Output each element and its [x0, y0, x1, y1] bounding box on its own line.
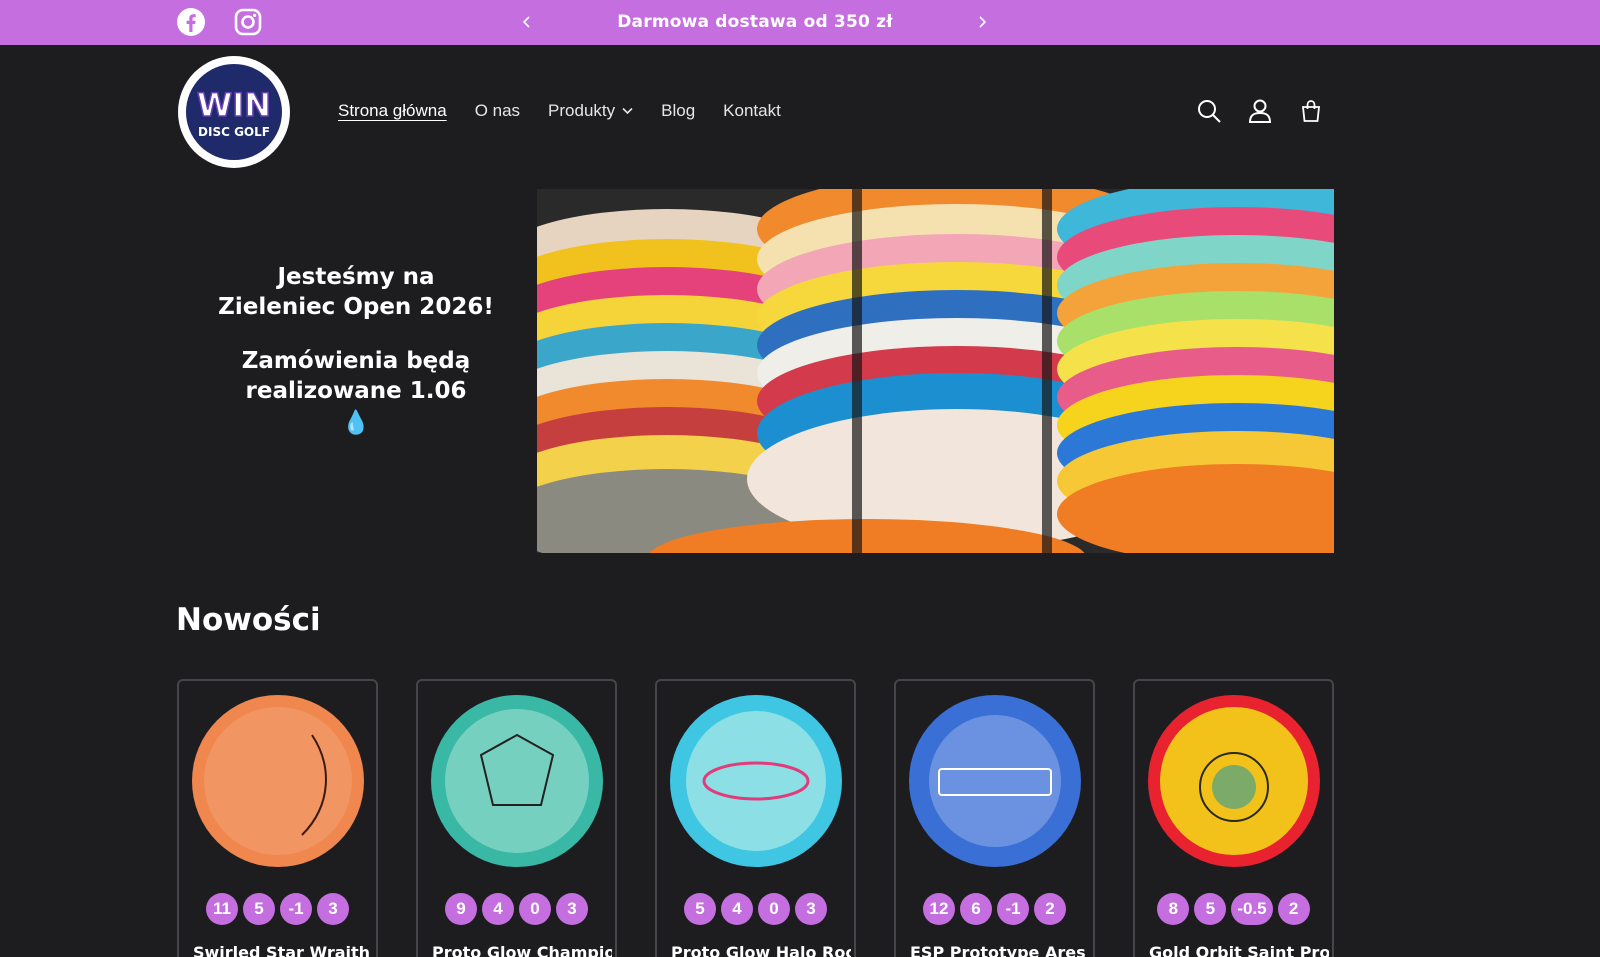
fade-badge: 3: [317, 893, 349, 925]
glide-badge: 4: [721, 893, 753, 925]
speed-badge: 9: [445, 893, 477, 925]
hero-line-2: Zamówienia będą realizowane 1.06: [241, 348, 471, 404]
glide-badge: 5: [1194, 893, 1227, 925]
product-image: [670, 695, 842, 867]
nav-item-about[interactable]: O nas: [475, 101, 520, 121]
glide-badge: 4: [482, 893, 514, 925]
nav-item-blog[interactable]: Blog: [661, 101, 695, 121]
speed-badge: 11: [206, 893, 238, 925]
nav-item-home[interactable]: Strona główna: [338, 101, 447, 121]
flight-numbers: 12 6 -1 2: [896, 893, 1093, 925]
flight-numbers: 5 4 0 3: [657, 893, 854, 925]
fade-badge: 2: [1277, 893, 1310, 925]
glide-badge: 5: [243, 893, 275, 925]
previous-announcement-button[interactable]: [516, 11, 538, 33]
product-name[interactable]: ESP Prototype Ares: [910, 943, 1090, 957]
product-card[interactable]: 11 5 -1 3 Swirled Star Wraith: [177, 679, 378, 957]
account-icon[interactable]: [1246, 97, 1274, 125]
product-name[interactable]: Gold Orbit Saint Pro: [1149, 943, 1329, 957]
droplet-emoji: 💧: [341, 410, 371, 436]
speed-badge: 8: [1157, 893, 1190, 925]
logo-wordmark: WIN: [197, 86, 271, 124]
chevron-down-icon: [622, 107, 633, 115]
facebook-icon[interactable]: [176, 7, 206, 37]
nav-item-contact[interactable]: Kontakt: [723, 101, 781, 121]
hero-announcement: Jesteśmy na Zieleniec Open 2026! Zamówie…: [216, 262, 496, 438]
turn-badge: -0.5: [1231, 893, 1273, 925]
turn-badge: 0: [519, 893, 551, 925]
product-card[interactable]: 8 5 -0.5 2 Gold Orbit Saint Pro: [1133, 679, 1334, 957]
product-image: [192, 695, 364, 867]
turn-badge: -1: [280, 893, 312, 925]
store-logo[interactable]: WIN DISC GOLF: [178, 56, 290, 168]
flight-numbers: 8 5 -0.5 2: [1135, 893, 1332, 925]
glide-badge: 6: [960, 893, 992, 925]
speed-badge: 12: [923, 893, 955, 925]
main-navigation: Strona główna O nas Produkty Blog Kontak…: [338, 96, 809, 126]
turn-badge: -1: [997, 893, 1029, 925]
product-image: [909, 695, 1081, 867]
next-announcement-button[interactable]: [971, 11, 993, 33]
hero-image-discs: [537, 189, 1334, 553]
fade-badge: 2: [1034, 893, 1066, 925]
announcement-text: Darmowa dostawa od 350 zł: [617, 12, 893, 32]
product-name[interactable]: Proto Glow Halo Roc3: [671, 943, 851, 957]
fade-badge: 3: [556, 893, 588, 925]
turn-badge: 0: [758, 893, 790, 925]
product-name[interactable]: Swirled Star Wraith: [193, 943, 373, 957]
flight-numbers: 9 4 0 3: [418, 893, 615, 925]
fade-badge: 3: [795, 893, 827, 925]
product-name[interactable]: Proto Glow Champion Firebird: [432, 943, 612, 957]
instagram-icon[interactable]: [233, 7, 263, 37]
speed-badge: 5: [684, 893, 716, 925]
hero-line-1: Jesteśmy na Zieleniec Open 2026!: [218, 264, 494, 320]
logo-subtitle: DISC GOLF: [198, 125, 270, 139]
product-card[interactable]: 5 4 0 3 Proto Glow Halo Roc3: [655, 679, 856, 957]
product-image: [1148, 695, 1320, 867]
search-icon[interactable]: [1195, 97, 1223, 125]
section-title-new: Nowości: [176, 602, 321, 638]
product-card[interactable]: 9 4 0 3 Proto Glow Champion Firebird: [416, 679, 617, 957]
product-image: [431, 695, 603, 867]
nav-item-products[interactable]: Produkty: [548, 101, 633, 121]
flight-numbers: 11 5 -1 3: [179, 893, 376, 925]
cart-icon[interactable]: [1297, 97, 1325, 125]
announcement-bar: Darmowa dostawa od 350 zł: [0, 0, 1600, 45]
product-card[interactable]: 12 6 -1 2 ESP Prototype Ares: [894, 679, 1095, 957]
